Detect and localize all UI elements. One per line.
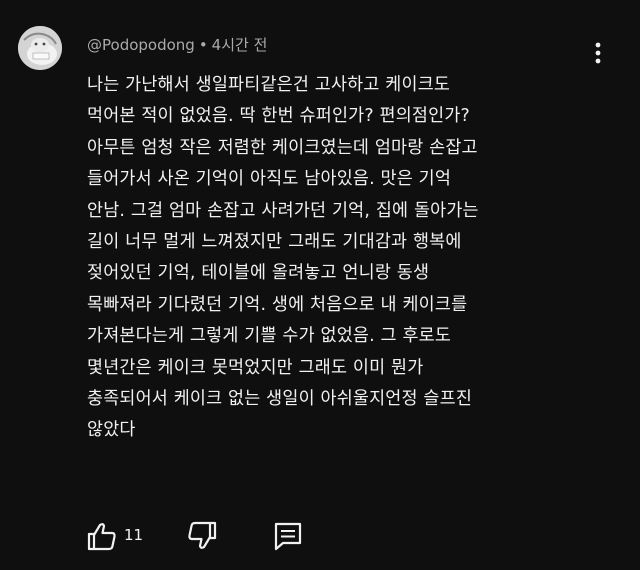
avatar[interactable]	[18, 26, 62, 70]
comment-actions: 11	[82, 516, 422, 556]
comment-line: 들어가서 사온 기억이 아직도 남아있음. 맛은 기억	[87, 169, 452, 190]
comment-line: 몇년간은 케이크 못먹었지만 그래도 이미 뭔가	[87, 357, 424, 378]
thumb-down-icon	[188, 521, 217, 549]
author-handle[interactable]: @Podopodong	[87, 36, 195, 54]
comment-time[interactable]: 4시간 전	[212, 36, 268, 54]
dislike-button[interactable]	[182, 516, 222, 556]
meta-separator: •	[198, 36, 208, 54]
like-button[interactable]	[82, 516, 122, 556]
comment-line: 가져본다는게 그렇게 기쁠 수가 없었음. 그 후로도	[87, 326, 452, 347]
thumb-up-icon	[87, 523, 116, 551]
comment-line: 않았다	[87, 420, 136, 441]
more-options-button[interactable]	[586, 38, 610, 68]
comment-line: 먹어본 적이 없었음. 딱 한번 슈퍼인가? 편의점인가?	[87, 106, 470, 127]
comment-text: 나는 가난해서 생일파티같은건 고사하고 케이크도 먹어본 적이 없었음. 딱 …	[87, 70, 607, 447]
avatar-image	[18, 26, 62, 70]
comment-icon	[274, 522, 302, 551]
comment-line: 아무튼 엄청 작은 저렴한 케이크였는데 엄마랑 손잡고	[87, 137, 478, 158]
comment-line: 길이 너무 멀게 느껴졌지만 그래도 기대감과 행복에	[87, 232, 462, 253]
comment-line: 안남. 그걸 엄마 손잡고 사려가던 기억, 집에 돌아가는	[87, 200, 479, 221]
reply-button[interactable]	[268, 516, 308, 556]
comment-line: 나는 가난해서 생일파티같은건 고사하고 케이크도	[87, 75, 451, 95]
comment-line: 젖어있던 기억, 테이블에 올려놓고 언니랑 동생	[87, 263, 430, 284]
comment-header: @Podopodong • 4시간 전	[87, 34, 267, 55]
comment-line: 목빠져라 기다렸던 기억. 생에 처음으로 내 케이크를	[87, 294, 468, 315]
more-vert-icon	[595, 42, 601, 64]
comment: @Podopodong • 4시간 전 나는 가난해서 생일파티같은건 고사하고 케…	[0, 0, 640, 570]
like-count: 11	[124, 526, 144, 544]
comment-line: 충족되어서 케이크 없는 생일이 아쉬울지언정 슬프진	[87, 389, 473, 410]
